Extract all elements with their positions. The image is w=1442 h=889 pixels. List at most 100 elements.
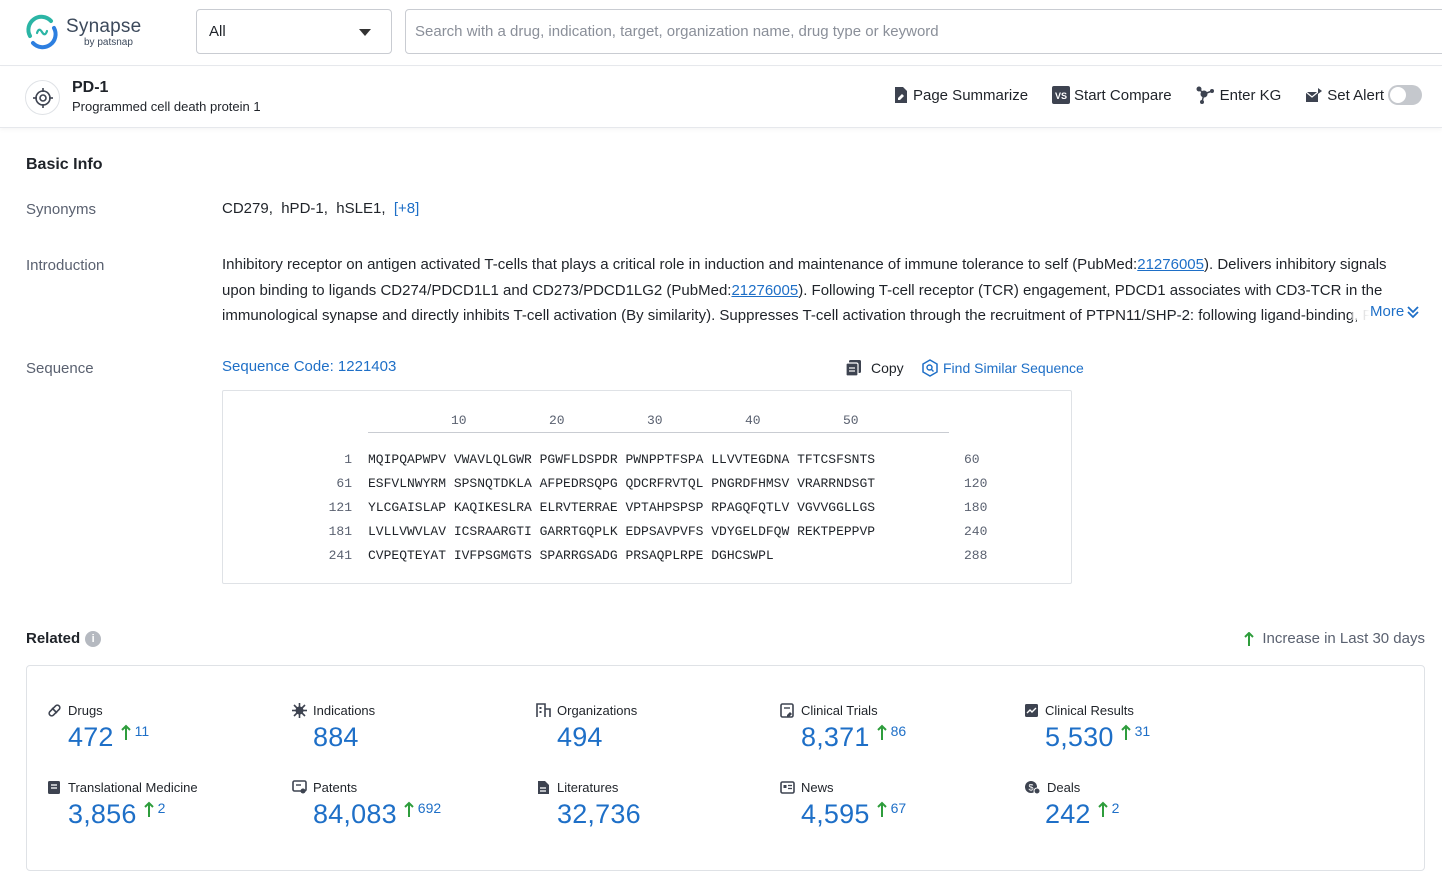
synapse-logo[interactable]: Synapse by patsnap [24,14,141,50]
compare-icon: VS [1052,86,1070,104]
stat-deals[interactable]: $ Deals 242 2 [1024,780,1254,830]
enter-kg-button[interactable]: Enter KG [1196,85,1282,105]
stat-label: Literatures [557,780,618,795]
ruler-tick: 50 [843,413,859,428]
ruler-tick: 20 [549,413,565,428]
stat-label: News [801,780,834,795]
intro-more-button[interactable]: More [1352,303,1420,320]
synonyms-label: Synonyms [26,201,96,218]
sequence-row: 241 CVPEQTEYAT IVFPSGMGTS SPARRGSADG PRS… [223,548,1073,568]
arrow-up-icon [404,801,414,817]
arrow-up-icon [877,801,887,817]
find-similar-sequence-button[interactable]: Find Similar Sequence [921,359,1084,377]
entity-name: PD-1 [72,79,108,97]
synonym-item: hSLE1 [336,200,381,217]
stat-increase-value: 2 [1112,800,1120,816]
intro-text-part: Inhibitory receptor on antigen activated… [222,256,1137,273]
find-similar-icon [921,359,939,377]
stat-value: 494 [557,722,603,753]
stat-label: Translational Medicine [68,780,198,795]
pill-icon [47,703,62,718]
sequence-ruler: 10 20 30 40 50 [368,413,949,433]
svg-text:VS: VS [1055,91,1067,101]
find-similar-label: Find Similar Sequence [943,360,1084,376]
stat-increase-value: 11 [135,723,150,739]
info-icon[interactable]: i [85,631,101,647]
sequence-row-residues: ESFVLNWYRM SPSNQTDKLA AFPEDRSQPG QDCRFRV… [368,476,875,491]
arrow-up-icon [1244,632,1254,646]
synonym-item: CD279 [222,200,269,217]
sequence-row-end: 180 [964,500,987,515]
stat-increase: 692 [404,801,441,817]
entity-full-name: Programmed cell death protein 1 [72,99,261,114]
sequence-label: Sequence [26,360,94,377]
synonyms-list: CD279, hPD-1, hSLE1, [+8] [222,200,419,217]
stat-organizations[interactable]: Organizations 494 [536,703,766,753]
handshake-icon: $ [1024,780,1041,795]
arrow-up-icon [121,724,131,740]
svg-text:$: $ [1028,783,1033,793]
document-icon [536,780,551,795]
start-compare-button[interactable]: VS Start Compare [1052,86,1172,104]
stat-literatures[interactable]: Literatures 32,736 [536,780,766,830]
sequence-row-end: 120 [964,476,987,491]
stat-label: Patents [313,780,357,795]
arrow-up-icon [877,724,887,740]
sequence-row-start: 121 [329,500,352,515]
pubmed-link[interactable]: 21276005 [1137,256,1204,273]
sequence-row-residues: MQIPQAPWPV VWAVLQLGWR PGWFLDSPDR PWNPPTF… [368,452,875,467]
synonyms-more-link[interactable]: [+8] [394,200,419,217]
stat-value: 472 [68,722,114,753]
arrow-up-icon [1121,724,1131,740]
search-input[interactable] [405,9,1442,54]
stat-clinical-results[interactable]: Clinical Results 5,530 31 [1024,703,1254,753]
stat-increase: 86 [877,724,907,740]
stat-translational-medicine[interactable]: Translational Medicine 3,8562 [47,780,277,830]
sequence-row-residues: LVLLVWVLAV ICSRAARGTI GARRTGQPLK EDPSAVP… [368,524,875,539]
page-summarize-button[interactable]: Page Summarize [893,86,1028,104]
chevron-down-icon [359,29,371,36]
ruler-tick: 30 [647,413,663,428]
stat-indications[interactable]: Indications 884 [292,703,522,753]
stat-clinical-trials[interactable]: Clinical Trials 8,371 86 [780,703,1010,753]
alert-icon [1305,87,1323,103]
synonym-item: hPD-1 [281,200,324,217]
ruler-tick: 40 [745,413,761,428]
sequence-row: 61 ESFVLNWYRM SPSNQTDKLA AFPEDRSQPG QDCR… [223,476,1073,496]
virus-icon [292,703,307,718]
stat-increase: 31 [1121,724,1151,740]
sequence-code-link[interactable]: Sequence Code: 1221403 [222,358,396,375]
set-alert-control[interactable]: Set Alert [1305,85,1422,105]
stat-label: Clinical Results [1045,703,1134,718]
intro-more-label: More [1370,303,1404,320]
sequence-row-residues: CVPEQTEYAT IVFPSGMGTS SPARRGSADG PRSAQPL… [368,548,774,563]
stat-increase: 2 [1098,801,1120,817]
stat-drugs[interactable]: Drugs 47211 [47,703,277,753]
stat-value: 242 [1045,799,1091,830]
ruler-tick: 10 [451,413,467,428]
pubmed-link[interactable]: 21276005 [731,282,798,299]
clipboard-icon [780,703,795,718]
sequence-row-residues: YLCGAISLAP KAQIKESLRA ELRVTERRAE VPTAHPS… [368,500,875,515]
stat-patents[interactable]: Patents 84,083692 [292,780,522,830]
set-alert-toggle[interactable] [1388,85,1422,105]
search-scope-select[interactable]: All [196,9,392,54]
stat-label: Clinical Trials [801,703,878,718]
stat-increase-value: 86 [891,723,907,739]
sequence-row-start: 61 [336,476,352,491]
copy-sequence-button[interactable]: Copy [845,359,904,377]
stat-value: 884 [313,722,359,753]
stat-value: 5,530 [1045,722,1114,753]
sequence-row-end: 240 [964,524,987,539]
stat-value: 8,371 [801,722,870,753]
related-title-text: Related [26,630,80,647]
introduction-label: Introduction [26,257,104,274]
brand-sub: by patsnap [84,38,141,48]
stat-increase-value: 692 [418,800,441,816]
synapse-logo-icon [24,14,60,50]
stat-label: Deals [1047,780,1080,795]
stat-news[interactable]: News 4,59567 [780,780,1010,830]
search-scope-value: All [209,23,226,40]
enter-kg-label: Enter KG [1220,87,1282,104]
sequence-row-end: 60 [964,452,980,467]
